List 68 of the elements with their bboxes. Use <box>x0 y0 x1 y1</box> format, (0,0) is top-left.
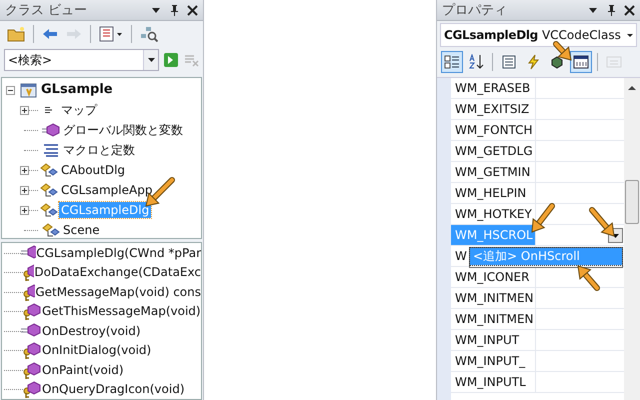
member-item[interactable]: GetThisMessageMap(void) <box>42 304 201 318</box>
map-icon <box>45 107 52 113</box>
tree-item[interactable]: CAboutDlg <box>59 162 128 178</box>
search-combo[interactable]: <検索> <box>4 49 159 71</box>
panel-title: プロパティ <box>442 2 508 19</box>
member-item[interactable]: GetMessageMap(void) cons <box>35 284 201 299</box>
cube-icon <box>549 54 565 70</box>
tree-item[interactable]: マクロと定数 <box>61 142 137 158</box>
close-icon[interactable] <box>187 4 198 16</box>
global-icon <box>41 121 61 139</box>
property-name[interactable]: WM_INITMEN <box>451 309 536 329</box>
list-icon <box>501 54 517 70</box>
class-icon <box>41 221 61 239</box>
tree-item[interactable]: GLsample <box>39 82 115 98</box>
window-icon <box>573 54 589 70</box>
dropdown-icon[interactable] <box>143 50 158 70</box>
pointer-arrow <box>531 203 555 233</box>
member-item[interactable]: DoDataExchange(CDataExc <box>34 265 201 280</box>
property-name[interactable]: WM_INPUT_ <box>451 351 536 371</box>
dropdown-icon[interactable] <box>151 5 161 15</box>
tree-item[interactable]: CGLsampleApp <box>59 182 154 198</box>
overrides-button[interactable] <box>570 51 592 73</box>
tree-item[interactable]: マップ <box>59 102 99 118</box>
forward-arrow-icon <box>66 28 82 40</box>
lightning-icon <box>525 54 541 70</box>
scrollbar[interactable] <box>624 78 640 400</box>
diagram-icon <box>140 26 158 42</box>
property-name[interactable]: WM_FONTCH <box>451 120 536 140</box>
go-icon[interactable] <box>163 52 179 68</box>
property-name[interactable]: WM_HELPIN <box>451 183 536 203</box>
list-icon <box>99 26 123 42</box>
member-item[interactable]: OnQueryDragIcon(void) <box>42 382 185 396</box>
scroll-thumb[interactable] <box>625 180 639 224</box>
property-name[interactable]: WM_GETDLG <box>451 141 536 161</box>
property-name[interactable]: WM_GETMIN <box>451 162 536 182</box>
member-item[interactable]: OnInitDialog(void) <box>42 343 152 358</box>
object-name: CGLsampleDlg <box>444 28 538 42</box>
pin-icon[interactable] <box>606 4 616 16</box>
pages-icon <box>606 54 622 70</box>
property-name[interactable]: WM_EXITSIZ <box>451 99 536 119</box>
dropdown-icon[interactable] <box>588 5 598 15</box>
tree-item[interactable]: Scene <box>61 222 102 238</box>
close-icon[interactable] <box>624 4 635 16</box>
project-icon <box>19 81 39 99</box>
member-item[interactable]: OnPaint(void) <box>42 362 124 377</box>
class-icon <box>39 161 59 179</box>
property-name[interactable]: WM_INPUT <box>451 330 536 350</box>
property-name[interactable]: WM_INPUTL <box>451 372 536 392</box>
panel-title: クラス ビュー <box>5 2 88 19</box>
pointer-arrow <box>553 41 572 61</box>
property-name[interactable]: WM_ERASEB <box>451 78 536 98</box>
member-item[interactable]: OnDestroy(void) <box>42 324 141 338</box>
member-item[interactable]: CGLsampleDlg(CWnd *pPar <box>36 246 201 260</box>
object-combo[interactable]: CGLsampleDlg VCCodeClass <box>440 23 637 47</box>
scroll-up-icon[interactable] <box>627 84 637 92</box>
class-icon <box>39 201 59 219</box>
pointer-arrow <box>577 265 600 291</box>
sort-icon <box>468 54 484 70</box>
object-type: VCCodeClass <box>542 28 621 42</box>
pin-icon[interactable] <box>169 4 179 16</box>
categorized-icon <box>444 54 460 70</box>
tree-item[interactable]: グローバル関数と変数 <box>61 122 185 138</box>
pointer-arrow <box>589 207 615 237</box>
folder-icon <box>7 26 25 42</box>
categorized-button[interactable] <box>441 51 463 73</box>
property-name[interactable]: WM_INITMEN <box>451 288 536 308</box>
back-arrow-icon <box>42 28 58 40</box>
class-icon <box>39 181 59 199</box>
